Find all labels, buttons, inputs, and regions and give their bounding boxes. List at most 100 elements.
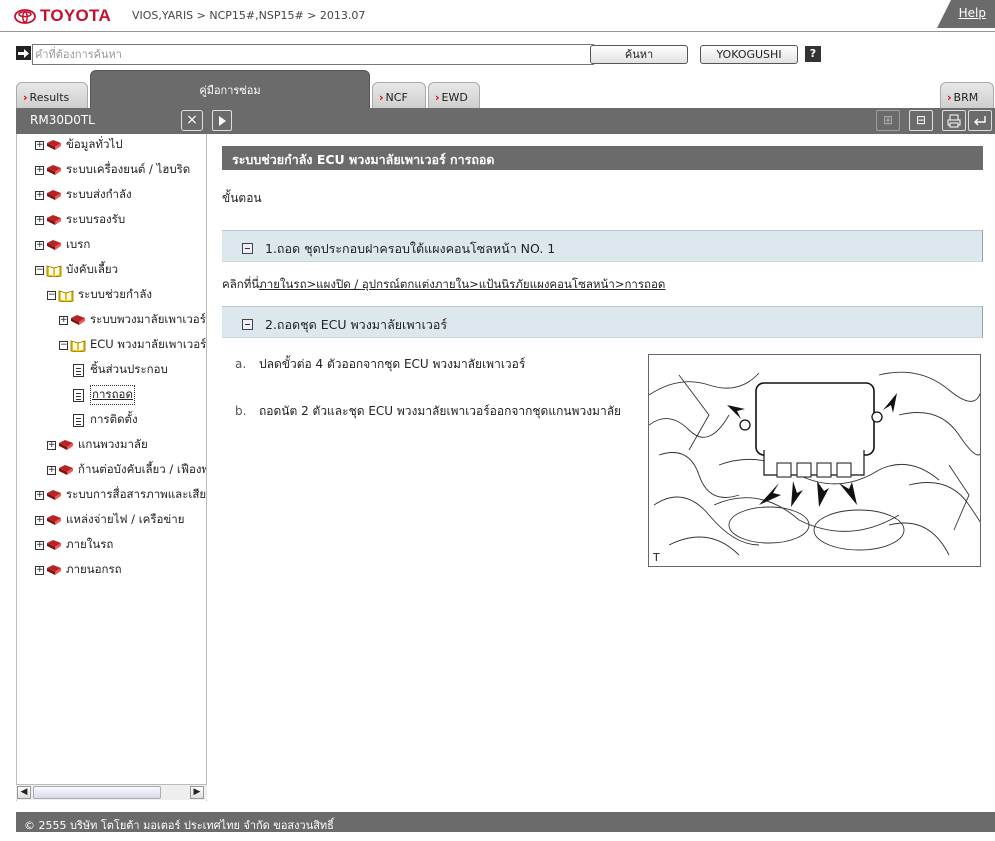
yokogushi-button[interactable]: YOKOGUSHI xyxy=(700,45,798,64)
tab-repair-manual[interactable]: คู่มือการซ่อม xyxy=(90,70,370,108)
expand-toggle-icon[interactable]: + xyxy=(35,140,44,150)
tree-item[interactable]: + เบรก xyxy=(35,235,90,255)
scrollbar-thumb[interactable] xyxy=(33,786,161,799)
expand-toggle-icon[interactable]: + xyxy=(35,540,44,550)
document-id: RM30D0TL xyxy=(30,113,95,127)
tree-item-label: ก้านต่อบังคับเลี้ยว / เฟืองพ xyxy=(78,462,207,476)
tree-item[interactable]: + ข้อมูลทั่วไป xyxy=(35,135,123,155)
step-2-title: 2.ถอดชุด ECU พวงมาลัยเพาเวอร์ xyxy=(265,317,448,332)
expand-toggle-icon[interactable]: + xyxy=(35,165,44,175)
closed-book-icon xyxy=(59,465,73,475)
chevron-right-icon: › xyxy=(947,91,952,104)
document-icon xyxy=(73,388,84,402)
tree-item-label: การถอด xyxy=(90,385,135,405)
closed-book-icon xyxy=(59,440,73,450)
tree-item-label: ระบบพวงมาลัยเพาเวอร์ xyxy=(90,312,206,326)
closed-book-icon xyxy=(47,240,61,250)
tree-item[interactable]: + ระบบรองรับ xyxy=(35,210,125,230)
tree-item[interactable]: + ระบบการสื่อสารภาพและเสียง xyxy=(35,485,206,505)
tree-item-label: ระบบรองรับ xyxy=(66,212,126,226)
tab-ncf[interactable]: › NCF xyxy=(372,82,426,108)
document-toolbar: RM30D0TL × ⊞ ⊟ xyxy=(16,108,995,134)
tree-item[interactable]: − ระบบช่วยกำลัง xyxy=(47,285,152,305)
copyright-text: © 2555 บริษัท โตโยต้า มอเตอร์ ประเทศไทย … xyxy=(24,819,334,832)
tab-brm[interactable]: › BRM xyxy=(940,82,994,108)
expand-toggle-icon[interactable]: + xyxy=(35,490,44,500)
tree-item-label: ECU พวงมาลัยเพาเวอร์ xyxy=(90,337,207,351)
tree-item[interactable]: + แหล่งจ่ายไฟ / เครือข่าย xyxy=(35,510,184,530)
open-book-icon xyxy=(70,339,86,352)
header: TOYOTA VIOS,YARIS > NCP15#,NSP15# > 2013… xyxy=(0,0,995,32)
closed-book-icon xyxy=(47,190,61,200)
back-icon[interactable] xyxy=(968,110,992,131)
sub-step-letter: a. xyxy=(235,357,247,371)
scroll-right-icon[interactable]: ▶ xyxy=(190,786,204,799)
tree-item-label: การติดตั้ง xyxy=(90,412,138,426)
tree-item[interactable]: + แกนพวงมาลัย xyxy=(47,435,148,455)
tree-item[interactable]: การติดตั้ง xyxy=(73,410,138,430)
tree-item[interactable]: − บังคับเลี้ยว xyxy=(35,260,118,280)
closed-book-icon xyxy=(47,490,61,500)
tree-item[interactable]: + ระบบเครื่องยนต์ / ไฮบริด xyxy=(35,160,190,180)
collapse-toggle-icon[interactable]: − xyxy=(47,290,56,300)
expand-toggle-icon[interactable]: + xyxy=(59,315,68,325)
toyota-emblem-icon xyxy=(14,8,36,24)
tree-item[interactable]: + ระบบพวงมาลัยเพาเวอร์ xyxy=(59,310,206,330)
close-icon[interactable]: × xyxy=(181,110,203,131)
tree-item-label: ระบบส่งกำลัง xyxy=(66,187,132,201)
help-question-button[interactable]: ? xyxy=(805,46,821,62)
collapse-all-icon[interactable]: ⊟ xyxy=(909,110,933,131)
closed-book-icon xyxy=(47,515,61,525)
search-input[interactable] xyxy=(32,44,594,65)
tree-item-label: ภายนอกรถ xyxy=(66,562,122,576)
tree-item[interactable]: + ภายนอกรถ xyxy=(35,560,122,580)
breadcrumb: VIOS,YARIS > NCP15#,NSP15# > 2013.07 xyxy=(132,9,366,22)
play-icon[interactable] xyxy=(212,110,232,131)
tree-item[interactable]: − ECU พวงมาลัยเพาเวอร์ xyxy=(59,335,206,355)
chevron-right-icon: › xyxy=(23,91,28,104)
footer: © 2555 บริษัท โตโยต้า มอเตอร์ ประเทศไทย … xyxy=(16,812,995,832)
chevron-right-icon: › xyxy=(379,91,384,104)
expand-toggle-icon[interactable]: + xyxy=(47,465,56,475)
figure-label: T xyxy=(653,551,660,564)
collapse-icon[interactable] xyxy=(242,243,253,254)
tree-item-label: บังคับเลี้ยว xyxy=(66,262,119,276)
horizontal-scrollbar[interactable]: ◀ ▶ xyxy=(16,784,207,800)
tree-item[interactable]: + ระบบส่งกำลัง xyxy=(35,185,132,205)
tree-item-label: ระบบเครื่องยนต์ / ไฮบริด xyxy=(66,162,191,176)
brand-name: TOYOTA xyxy=(40,6,112,25)
expand-toggle-icon[interactable]: + xyxy=(35,215,44,225)
help-link[interactable]: Help xyxy=(959,6,986,20)
step-2-header[interactable]: 2.ถอดชุด ECU พวงมาลัยเพาเวอร์ xyxy=(222,306,983,338)
sub-step-b: b. ถอดนัต 2 ตัวและชุด ECU พวงมาลัยเพาเวอร… xyxy=(235,402,621,421)
search-row: ค้นหา YOKOGUSHI ? xyxy=(16,44,986,66)
reference-link[interactable]: ภายในรถ>แผงปิด / อุปกรณ์ตกแต่งภายใน>แป้น… xyxy=(259,277,665,291)
steps-label: ขั้นตอน xyxy=(222,191,262,205)
tab-ewd[interactable]: › EWD xyxy=(428,82,480,108)
tree-item[interactable]: + ภายในรถ xyxy=(35,535,113,555)
tab-label: Results xyxy=(29,91,70,104)
document-icon xyxy=(73,363,84,377)
search-button[interactable]: ค้นหา xyxy=(590,45,688,64)
expand-toggle-icon[interactable]: + xyxy=(35,190,44,200)
tab-bar: › Results คู่มือการซ่อม › NCF › EWD › BRM xyxy=(0,70,995,108)
tree-item[interactable]: การถอด xyxy=(73,385,135,405)
expand-toggle-icon[interactable]: + xyxy=(35,565,44,575)
expand-toggle-icon[interactable]: + xyxy=(47,440,56,450)
expand-toggle-icon[interactable]: + xyxy=(35,240,44,250)
scroll-left-icon[interactable]: ◀ xyxy=(17,786,31,799)
collapse-toggle-icon[interactable]: − xyxy=(35,265,44,275)
print-icon[interactable] xyxy=(942,110,966,131)
collapse-icon[interactable] xyxy=(242,319,253,330)
sidebar-tree: + ข้อมูลทั่วไป + ระบบเครื่องยนต์ / ไฮบริด + ร… xyxy=(16,134,207,801)
tree-item[interactable]: ชิ้นส่วนประกอบ xyxy=(73,360,168,380)
expand-all-icon[interactable]: ⊞ xyxy=(876,110,900,131)
step-1-header[interactable]: 1.ถอด ชุดประกอบฝาครอบใต้แผงคอนโซลหน้า NO… xyxy=(222,230,983,262)
collapse-toggle-icon[interactable]: − xyxy=(59,340,68,350)
sub-step-text: ถอดนัต 2 ตัวและชุด ECU พวงมาลัยเพาเวอร์อ… xyxy=(259,404,622,418)
tree-item[interactable]: + ก้านต่อบังคับเลี้ยว / เฟืองพ xyxy=(47,460,207,480)
tab-results[interactable]: › Results xyxy=(16,82,88,108)
expand-toggle-icon[interactable]: + xyxy=(35,515,44,525)
ecu-diagram-drawing xyxy=(649,371,980,556)
tree-item-label: แกนพวงมาลัย xyxy=(78,437,148,451)
